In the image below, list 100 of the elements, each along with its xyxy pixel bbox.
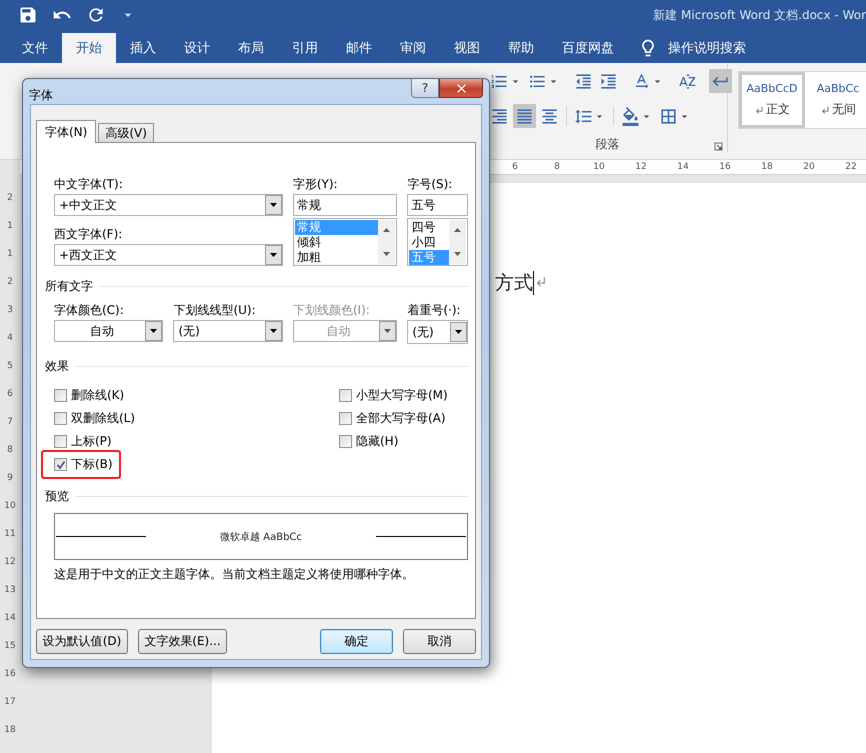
caret-icon	[264, 321, 282, 341]
checkbox-label[interactable]: 隐藏(H)	[356, 433, 398, 450]
ruler-number: 8	[553, 161, 561, 174]
ribbon-tab[interactable]: 文件	[8, 33, 62, 63]
field-label: 字号(S):	[407, 177, 454, 191]
caret-icon	[379, 321, 396, 341]
ribbon-tab[interactable]: 审阅	[386, 33, 440, 63]
checkbox-label[interactable]: 全部大写字母(A)	[356, 410, 446, 427]
ruler-number: 20	[802, 161, 816, 174]
checkbox[interactable]	[339, 412, 352, 425]
scrollbar[interactable]	[378, 220, 396, 264]
ruler-number: 18	[4, 724, 16, 737]
ruler-number: 16	[4, 668, 16, 681]
ruler-number: 5	[7, 360, 13, 373]
indent-decrease-icon	[574, 72, 593, 90]
ruler-number: 18	[760, 161, 774, 174]
style-name: 正文	[766, 101, 790, 118]
checkbox-label[interactable]: 上标(P)	[71, 433, 112, 450]
checkbox[interactable]	[54, 412, 67, 425]
section-heading: 预览	[45, 488, 69, 505]
ribbon-tab[interactable]: 帮助	[494, 33, 548, 63]
dropdown[interactable]: +西文正文	[54, 244, 283, 266]
list-item[interactable]: 小四	[409, 235, 449, 250]
ruler-number: 10	[4, 500, 16, 513]
border-grid-icon	[659, 106, 678, 126]
paragraph-mark-icon	[534, 275, 547, 288]
dialog-tab[interactable]: 字体(N)	[36, 120, 96, 143]
ruler-number: 8	[7, 444, 13, 457]
ruler-number: 2	[7, 192, 13, 205]
dropdown[interactable]: +中文正文	[54, 194, 283, 216]
launcher-icon[interactable]	[714, 142, 723, 151]
ruler-number: 6	[7, 388, 13, 401]
ruler-number: 1	[7, 220, 13, 233]
close-button[interactable]	[439, 79, 483, 98]
style-tile[interactable]: AaBbCcD 正文	[739, 72, 805, 128]
ruler-number: 16	[718, 161, 732, 174]
style-sample: AaBbCcD	[746, 82, 798, 95]
checkbox[interactable]	[54, 389, 67, 402]
field-label: 下划线颜色(I):	[292, 303, 371, 317]
ribbon-tab[interactable]: 插入	[116, 33, 170, 63]
dropdown[interactable]: 自动	[54, 320, 164, 342]
check-icon	[56, 460, 66, 470]
ribbon-button[interactable]	[513, 104, 536, 128]
ruler-number: 7	[7, 416, 13, 429]
input-field[interactable]: 五号	[407, 194, 468, 216]
ribbon-tab[interactable]: 邮件	[332, 33, 386, 63]
ribbon-tab[interactable]: 引用	[278, 33, 332, 63]
list-item[interactable]: 四号	[409, 220, 449, 235]
ruler-number: 6	[511, 161, 519, 174]
ribbon-tab[interactable]: 视图	[440, 33, 494, 63]
checkbox[interactable]	[54, 435, 67, 448]
ruler-number: 1	[7, 248, 13, 261]
ruler-number: 15	[4, 640, 16, 653]
ruler-number: 10	[592, 161, 606, 174]
checkbox[interactable]	[339, 435, 352, 448]
field-label: 字体颜色(C):	[54, 303, 125, 317]
list-item[interactable]: 倾斜	[294, 235, 378, 250]
checkbox-label[interactable]: 小型大写字母(M)	[356, 387, 448, 404]
ruler-number: 11	[4, 528, 16, 541]
scrollbar[interactable]	[449, 220, 466, 264]
document-text: 方式	[495, 271, 534, 295]
preview-sample: 微软卓越 AaBbCc	[219, 530, 303, 544]
search-field[interactable]: 操作说明搜索	[668, 33, 746, 63]
ruler-number: 2	[7, 276, 13, 289]
help-button[interactable]: ?	[411, 79, 439, 98]
dialog-button[interactable]: 取消	[403, 629, 476, 654]
caret-icon	[264, 195, 282, 215]
ribbon-tab[interactable]: 布局	[224, 33, 278, 63]
ribbon-tab[interactable]: 设计	[170, 33, 224, 63]
dialog-button[interactable]: 确定	[320, 629, 393, 654]
ruler-number: 17	[4, 696, 16, 709]
ruler-number: 13	[4, 584, 16, 597]
checkbox-label[interactable]: 双删除线(L)	[71, 410, 136, 427]
dialog-tab[interactable]: 高级(V)	[98, 123, 154, 142]
save-icon[interactable]	[18, 5, 38, 25]
input-field[interactable]: 常规	[292, 194, 398, 216]
checkbox-label[interactable]: 下标(B)	[71, 456, 113, 473]
ribbon-tab[interactable]: 开始	[62, 33, 116, 63]
checkbox-label[interactable]: 删除线(K)	[71, 387, 124, 404]
ribbon-button[interactable]	[709, 69, 732, 93]
section-heading: 所有文字	[45, 278, 93, 295]
ruler-number: 14	[4, 612, 16, 625]
ruler-number: 22	[844, 161, 858, 174]
field-label: 下划线线型(U):	[173, 303, 257, 317]
dialog-button[interactable]: 设为默认值(D)	[36, 629, 128, 654]
ribbon-tab[interactable]: 百度网盘	[548, 33, 628, 63]
distribute-icon	[540, 106, 559, 126]
checkbox[interactable]	[339, 389, 352, 402]
field-label: 着重号(·):	[407, 303, 462, 317]
return-arrow-icon	[820, 104, 830, 114]
style-tile[interactable]: AaBbCc 无间	[805, 72, 866, 128]
list-item[interactable]: 加粗	[294, 250, 378, 265]
dialog-title: 字体	[29, 87, 53, 104]
paint-bucket-icon	[621, 106, 640, 126]
checkbox[interactable]	[54, 458, 67, 471]
ruler-number: 12	[4, 556, 16, 569]
dropdown[interactable]: (无)	[173, 320, 283, 342]
dialog-button[interactable]: 文字效果(E)...	[138, 629, 227, 654]
dropdown[interactable]: (无)	[407, 320, 468, 344]
field-label: 中文字体(T):	[54, 177, 124, 191]
